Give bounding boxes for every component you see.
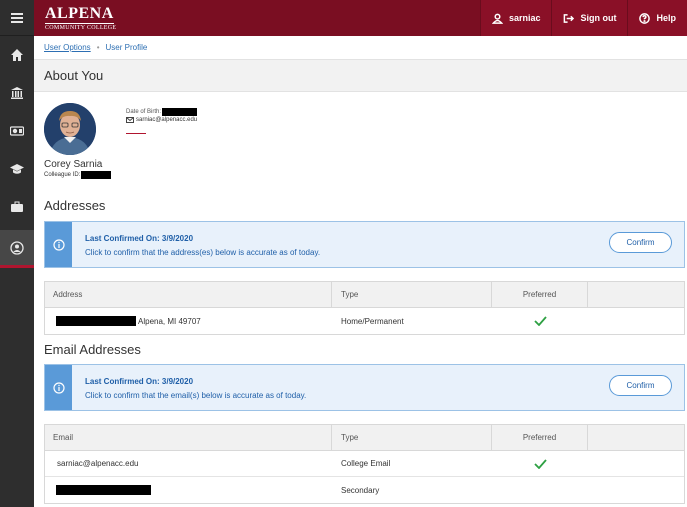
user-icon bbox=[491, 13, 503, 24]
briefcase-icon[interactable] bbox=[0, 188, 34, 226]
addresses-title: Addresses bbox=[44, 198, 106, 213]
confirm-emails-button[interactable]: Confirm bbox=[609, 375, 672, 396]
college-logo[interactable]: ALPENA COMMUNITY COLLEGE bbox=[45, 5, 116, 31]
colleague-id-label: Colleague ID: bbox=[44, 172, 81, 178]
date-of-birth: Date of Birth: bbox=[126, 108, 198, 116]
user-name-label: sarniac bbox=[508, 13, 541, 23]
addresses-table-header: Address Type Preferred bbox=[45, 282, 684, 308]
redacted-email bbox=[56, 485, 151, 495]
email-value: sarniac@alpenacc.edu bbox=[57, 459, 139, 468]
breadcrumb: User Options • User Profile bbox=[44, 43, 147, 52]
addresses-instruction: Click to confirm that the address(es) be… bbox=[85, 248, 321, 257]
breadcrumb-user-options[interactable]: User Options bbox=[44, 43, 91, 52]
column-header-type[interactable]: Type bbox=[332, 425, 492, 450]
emails-table: Email Type Preferred sarniac@alpenacc.ed… bbox=[44, 424, 685, 504]
column-header-preferred[interactable]: Preferred bbox=[492, 425, 588, 450]
column-header-type[interactable]: Type bbox=[332, 282, 492, 307]
sign-out-label: Sign out bbox=[580, 13, 617, 23]
preferred-check-icon bbox=[492, 451, 588, 476]
redacted-dob bbox=[162, 108, 198, 116]
home-icon[interactable] bbox=[0, 36, 34, 74]
breadcrumb-user-profile[interactable]: User Profile bbox=[106, 43, 148, 52]
breadcrumb-separator: • bbox=[96, 43, 100, 52]
envelope-icon bbox=[126, 117, 134, 123]
address-city: Alpena, MI 49707 bbox=[138, 316, 201, 326]
left-nav-rail bbox=[0, 0, 34, 507]
help-button[interactable]: Help bbox=[627, 0, 687, 36]
table-row: Alpena, MI 49707 Home/Permanent bbox=[45, 308, 684, 334]
emails-instruction: Click to confirm that the email(s) below… bbox=[85, 391, 307, 400]
profile-email: sarniac@alpenacc.edu bbox=[126, 117, 197, 123]
email-addresses-title: Email Addresses bbox=[44, 342, 141, 357]
help-icon bbox=[639, 12, 651, 24]
emails-table-header: Email Type Preferred bbox=[45, 425, 684, 451]
info-icon bbox=[52, 238, 65, 251]
page-title-bar: About You bbox=[34, 59, 687, 92]
help-label: Help bbox=[656, 13, 676, 23]
column-header-preferred[interactable]: Preferred bbox=[492, 282, 588, 307]
institution-icon[interactable] bbox=[0, 74, 34, 112]
emails-confirm-alert: Last Confirmed On: 3/9/2020 Click to con… bbox=[44, 364, 685, 411]
preferred-check-icon bbox=[492, 308, 588, 334]
sign-out-icon bbox=[564, 13, 575, 23]
profile-divider bbox=[126, 133, 146, 134]
addresses-last-confirmed: Last Confirmed On: 3/9/2020 bbox=[85, 234, 194, 243]
emails-last-confirmed: Last Confirmed On: 3/9/2020 bbox=[85, 377, 194, 386]
column-header-address[interactable]: Address bbox=[45, 282, 332, 307]
sign-out-button[interactable]: Sign out bbox=[551, 0, 628, 36]
top-header: ALPENA COMMUNITY COLLEGE sarniac Sign ou… bbox=[34, 0, 687, 36]
address-type: Home/Permanent bbox=[341, 316, 404, 326]
table-row: sarniac@alpenacc.edu College Email bbox=[45, 451, 684, 477]
redacted-street bbox=[56, 316, 136, 326]
addresses-confirm-alert: Last Confirmed On: 3/9/2020 Click to con… bbox=[44, 221, 685, 268]
profile-name: Corey Sarnia bbox=[44, 159, 103, 170]
column-header-email[interactable]: Email bbox=[45, 425, 332, 450]
menu-icon[interactable] bbox=[0, 0, 34, 36]
profile-email-text: sarniac@alpenacc.edu bbox=[136, 117, 198, 123]
redacted-id bbox=[81, 171, 112, 179]
user-profile-icon[interactable] bbox=[0, 230, 34, 268]
finance-icon[interactable] bbox=[0, 112, 34, 150]
page-title: About You bbox=[44, 68, 104, 83]
avatar bbox=[44, 103, 96, 155]
confirm-addresses-button[interactable]: Confirm bbox=[609, 232, 672, 253]
info-icon bbox=[52, 381, 65, 394]
dob-label: Date of Birth: bbox=[126, 109, 162, 115]
email-type: Secondary bbox=[341, 485, 380, 495]
addresses-table: Address Type Preferred Alpena, MI 49707 … bbox=[44, 281, 685, 335]
graduation-cap-icon[interactable] bbox=[0, 150, 34, 188]
colleague-id: Colleague ID: bbox=[44, 171, 112, 179]
email-type: College Email bbox=[341, 459, 391, 468]
table-row: Secondary bbox=[45, 477, 684, 503]
user-account-button[interactable]: sarniac bbox=[479, 0, 552, 36]
